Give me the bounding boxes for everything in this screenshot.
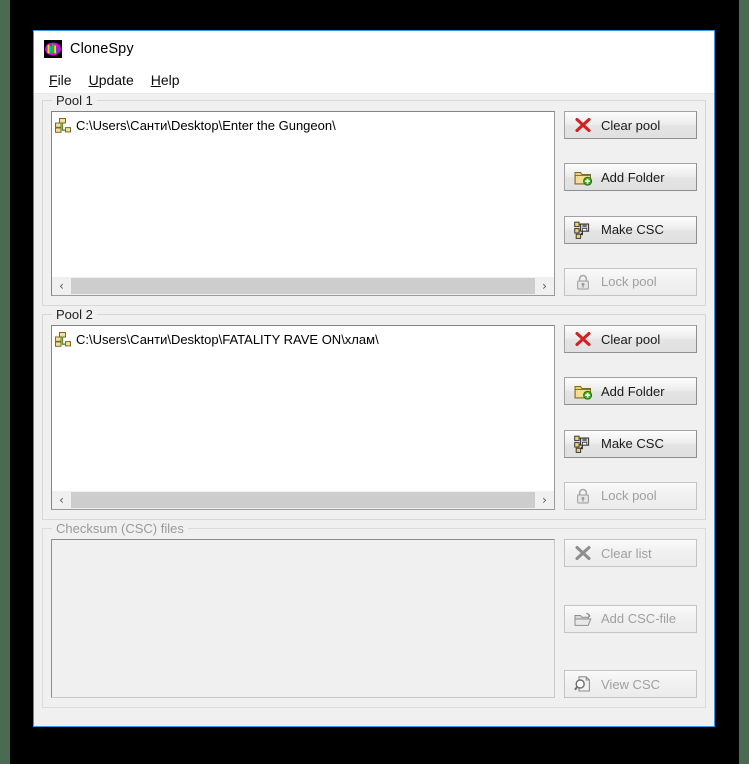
client-area: Pool 1 C:\Users\Санти\Desktop\Enter the … <box>34 93 714 726</box>
scroll-right-arrow-icon[interactable]: › <box>535 277 554 295</box>
pool-1-clear-pool-button[interactable]: Clear pool <box>564 111 697 139</box>
menu-update-accel: U <box>88 72 99 88</box>
pool-1-button-column: Clear pool Add Folder Make CSC Lock pool <box>564 111 697 296</box>
pool-2-button-column: Clear pool Add Folder Make CSC Lock pool <box>564 325 697 510</box>
group-pool-1: Pool 1 C:\Users\Санти\Desktop\Enter the … <box>42 93 706 306</box>
button-label: Add Folder <box>601 383 665 399</box>
folder-tree-icon <box>55 332 71 347</box>
list-item[interactable]: C:\Users\Санти\Desktop\FATALITY RAVE ON\… <box>55 330 552 349</box>
make-csc-icon <box>574 435 592 453</box>
pool-2-add-folder-button[interactable]: Add Folder <box>564 377 697 406</box>
window-title: CloneSpy <box>70 41 134 57</box>
grey-x-icon <box>574 544 592 562</box>
add-csc-file-button[interactable]: Add CSC-file <box>564 604 697 633</box>
menu-help-accel: H <box>150 72 161 88</box>
make-csc-icon <box>574 221 592 239</box>
pool-1-listbox[interactable]: C:\Users\Санти\Desktop\Enter the Gungeon… <box>51 111 555 296</box>
pool-2-listbox[interactable]: C:\Users\Санти\Desktop\FATALITY RAVE ON\… <box>51 325 555 510</box>
pool-2-lock-pool-button[interactable]: Lock pool <box>564 481 697 510</box>
pool-1-hscrollbar[interactable]: ‹ › <box>52 276 554 295</box>
list-item-label: C:\Users\Санти\Desktop\FATALITY RAVE ON\… <box>76 332 379 347</box>
red-x-icon <box>574 116 592 134</box>
checksum-list-items <box>52 540 554 697</box>
view-csc-button[interactable]: View CSC <box>564 670 697 698</box>
pool-2-list-items: C:\Users\Санти\Desktop\FATALITY RAVE ON\… <box>52 326 554 490</box>
button-label: Make CSC <box>601 222 664 238</box>
pool-1-lock-pool-button[interactable]: Lock pool <box>564 267 697 296</box>
button-label: Clear list <box>601 545 652 561</box>
menu-file-rest: ile <box>57 72 72 88</box>
button-label: View CSC <box>601 676 661 692</box>
checksum-button-column: Clear list Add CSC-file View CSC <box>564 539 697 698</box>
button-label: Lock pool <box>601 274 657 290</box>
pool-2-make-csc-button[interactable]: Make CSC <box>564 429 697 458</box>
menu-item-file[interactable]: File <box>43 70 83 90</box>
group-checksum-files: Checksum (CSC) files Clear list Add CSC-… <box>42 521 706 708</box>
menu-file-accel: F <box>49 72 58 88</box>
scroll-thumb[interactable] <box>71 278 535 294</box>
folder-plus-icon <box>574 382 592 400</box>
folder-plus-icon <box>574 168 592 186</box>
group-pool-2-legend: Pool 2 <box>52 307 97 322</box>
checksum-listbox[interactable] <box>51 539 555 698</box>
open-folder-icon <box>574 610 592 628</box>
group-pool-1-legend: Pool 1 <box>52 93 97 108</box>
pool-1-make-csc-button[interactable]: Make CSC <box>564 215 697 244</box>
list-item[interactable]: C:\Users\Санти\Desktop\Enter the Gungeon… <box>55 116 552 135</box>
button-label: Lock pool <box>601 488 657 504</box>
button-label: Clear pool <box>601 331 661 347</box>
pool-2-clear-pool-button[interactable]: Clear pool <box>564 325 697 353</box>
menu-update-rest: pdate <box>98 72 134 88</box>
group-pool-2: Pool 2 C:\Users\Санти\Desktop\FATALITY R… <box>42 307 706 520</box>
scroll-left-arrow-icon[interactable]: ‹ <box>52 491 71 509</box>
scroll-thumb[interactable] <box>71 492 535 508</box>
magnifier-page-icon <box>574 675 592 693</box>
menu-help-rest: elp <box>160 72 180 88</box>
menu-item-update[interactable]: Update <box>83 70 145 90</box>
scroll-left-arrow-icon[interactable]: ‹ <box>52 277 71 295</box>
clonespy-app-icon <box>44 40 62 58</box>
menu-bar: File Update Help <box>34 67 714 94</box>
button-label: Make CSC <box>601 436 664 452</box>
pool-1-list-items: C:\Users\Санти\Desktop\Enter the Gungeon… <box>52 112 554 276</box>
lock-icon <box>574 273 592 291</box>
pool-2-hscrollbar[interactable]: ‹ › <box>52 490 554 509</box>
scroll-track[interactable] <box>71 277 535 295</box>
pool-1-add-folder-button[interactable]: Add Folder <box>564 163 697 192</box>
clonespy-window: CloneSpy File Update Help Pool 1 C:\User… <box>33 30 715 727</box>
lock-icon <box>574 487 592 505</box>
list-item-label: C:\Users\Санти\Desktop\Enter the Gungeon… <box>76 118 336 133</box>
title-bar: CloneSpy <box>34 31 714 67</box>
clear-list-button[interactable]: Clear list <box>564 539 697 567</box>
button-label: Add Folder <box>601 169 665 185</box>
group-checksum-legend: Checksum (CSC) files <box>52 521 188 536</box>
folder-tree-icon <box>55 118 71 133</box>
red-x-icon <box>574 330 592 348</box>
menu-item-help[interactable]: Help <box>145 70 191 90</box>
button-label: Add CSC-file <box>601 611 677 626</box>
button-label: Clear pool <box>601 117 661 133</box>
scroll-right-arrow-icon[interactable]: › <box>535 491 554 509</box>
scroll-track[interactable] <box>71 491 535 509</box>
